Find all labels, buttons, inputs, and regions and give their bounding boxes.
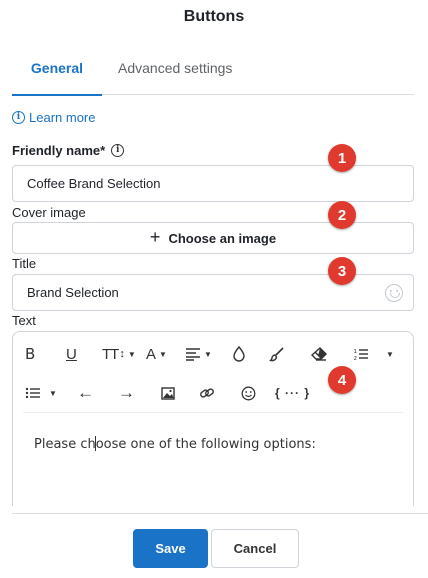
svg-text:2: 2 (354, 356, 358, 361)
insert-link-button[interactable] (199, 380, 215, 406)
chevron-down-icon: ▼ (386, 349, 394, 359)
title-label: Title (12, 256, 37, 271)
arrow-left-icon: ← (77, 383, 94, 402)
learn-more-link[interactable]: i Learn more (12, 110, 95, 125)
font-size-icon: TT (102, 345, 119, 363)
editor-content[interactable]: Please choose one of the following optio… (34, 436, 316, 452)
updown-arrow-icon: ↕ (119, 348, 125, 360)
bullet-list-icon (25, 387, 40, 399)
footer-divider (12, 513, 428, 514)
drop-icon (233, 346, 245, 362)
title-input[interactable]: Brand Selection (12, 274, 414, 311)
chevron-down-icon: ▼ (159, 349, 167, 359)
fill-color-button[interactable] (232, 341, 246, 367)
font-color-button[interactable]: A ▼ (146, 341, 167, 367)
numbered-list-button[interactable]: 12 (353, 341, 369, 367)
numbered-list-icon: 12 (354, 349, 368, 361)
annotation-badge-1: 1 (328, 144, 356, 172)
outdent-button[interactable]: ← (77, 380, 94, 406)
text-label: Text (12, 313, 36, 328)
font-size-button[interactable]: TT ↕ ▼ (102, 341, 136, 367)
tab-advanced-settings[interactable]: Advanced settings (118, 50, 232, 95)
emoji-button[interactable] (241, 380, 256, 406)
save-button[interactable]: Save (133, 529, 208, 568)
bullet-list-button[interactable]: ▼ (25, 380, 57, 406)
font-color-icon: A (146, 345, 157, 363)
clear-format-button[interactable] (311, 341, 327, 367)
info-icon: i (12, 111, 25, 124)
plus-icon: + (149, 227, 161, 247)
code-block-button[interactable]: { ··· } (275, 380, 310, 406)
bold-button[interactable]: B (25, 341, 35, 367)
chevron-down-icon: ▼ (204, 349, 212, 359)
friendly-name-value: Coffee Brand Selection (27, 176, 161, 191)
chevron-down-icon: ▼ (127, 349, 136, 359)
annotation-badge-2: 2 (328, 201, 356, 229)
insert-image-button[interactable] (161, 380, 175, 406)
eraser-icon (311, 347, 327, 361)
svg-text:1: 1 (354, 349, 358, 355)
friendly-name-label-row: Friendly name* i (12, 143, 125, 158)
align-button[interactable]: ▼ (185, 341, 212, 367)
annotation-badge-4: 4 (328, 366, 356, 394)
link-icon (200, 388, 214, 398)
dialog-title: Buttons (183, 8, 245, 25)
align-left-icon (186, 348, 200, 361)
tab-bar: General Advanced settings (12, 50, 414, 96)
friendly-name-label: Friendly name* (12, 143, 106, 158)
brush-icon (269, 347, 284, 362)
underline-button[interactable]: U (66, 341, 77, 367)
toolbar-divider (23, 412, 403, 413)
friendly-name-input[interactable]: Coffee Brand Selection (12, 165, 414, 202)
smiley-icon (241, 386, 256, 400)
arrow-right-icon: → (118, 383, 135, 402)
tab-general[interactable]: General (12, 50, 102, 96)
learn-more-label: Learn more (29, 110, 96, 125)
editor-text-after: oose one of the following options: (95, 437, 316, 452)
annotation-badge-3: 3 (328, 257, 356, 285)
info-icon[interactable]: i (111, 144, 125, 157)
cover-image-label: Cover image (12, 205, 86, 220)
choose-image-button[interactable]: + Choose an image (12, 222, 414, 254)
rich-text-editor[interactable]: B U TT ↕ ▼ A ▼ ▼ 12 ▼ ▼ ← → {···} Plea… (12, 331, 414, 506)
emoji-icon[interactable] (385, 284, 403, 302)
cancel-button[interactable]: Cancel (211, 529, 299, 568)
indent-button[interactable]: → (118, 380, 135, 406)
brush-button[interactable] (269, 341, 285, 367)
title-value: Brand Selection (27, 285, 119, 300)
numbered-list-dropdown[interactable]: ▼ (383, 341, 394, 367)
editor-text-before: Please ch (34, 437, 96, 452)
image-icon (161, 386, 175, 400)
chevron-down-icon: ▼ (49, 388, 57, 398)
choose-image-label: Choose an image (168, 230, 277, 246)
